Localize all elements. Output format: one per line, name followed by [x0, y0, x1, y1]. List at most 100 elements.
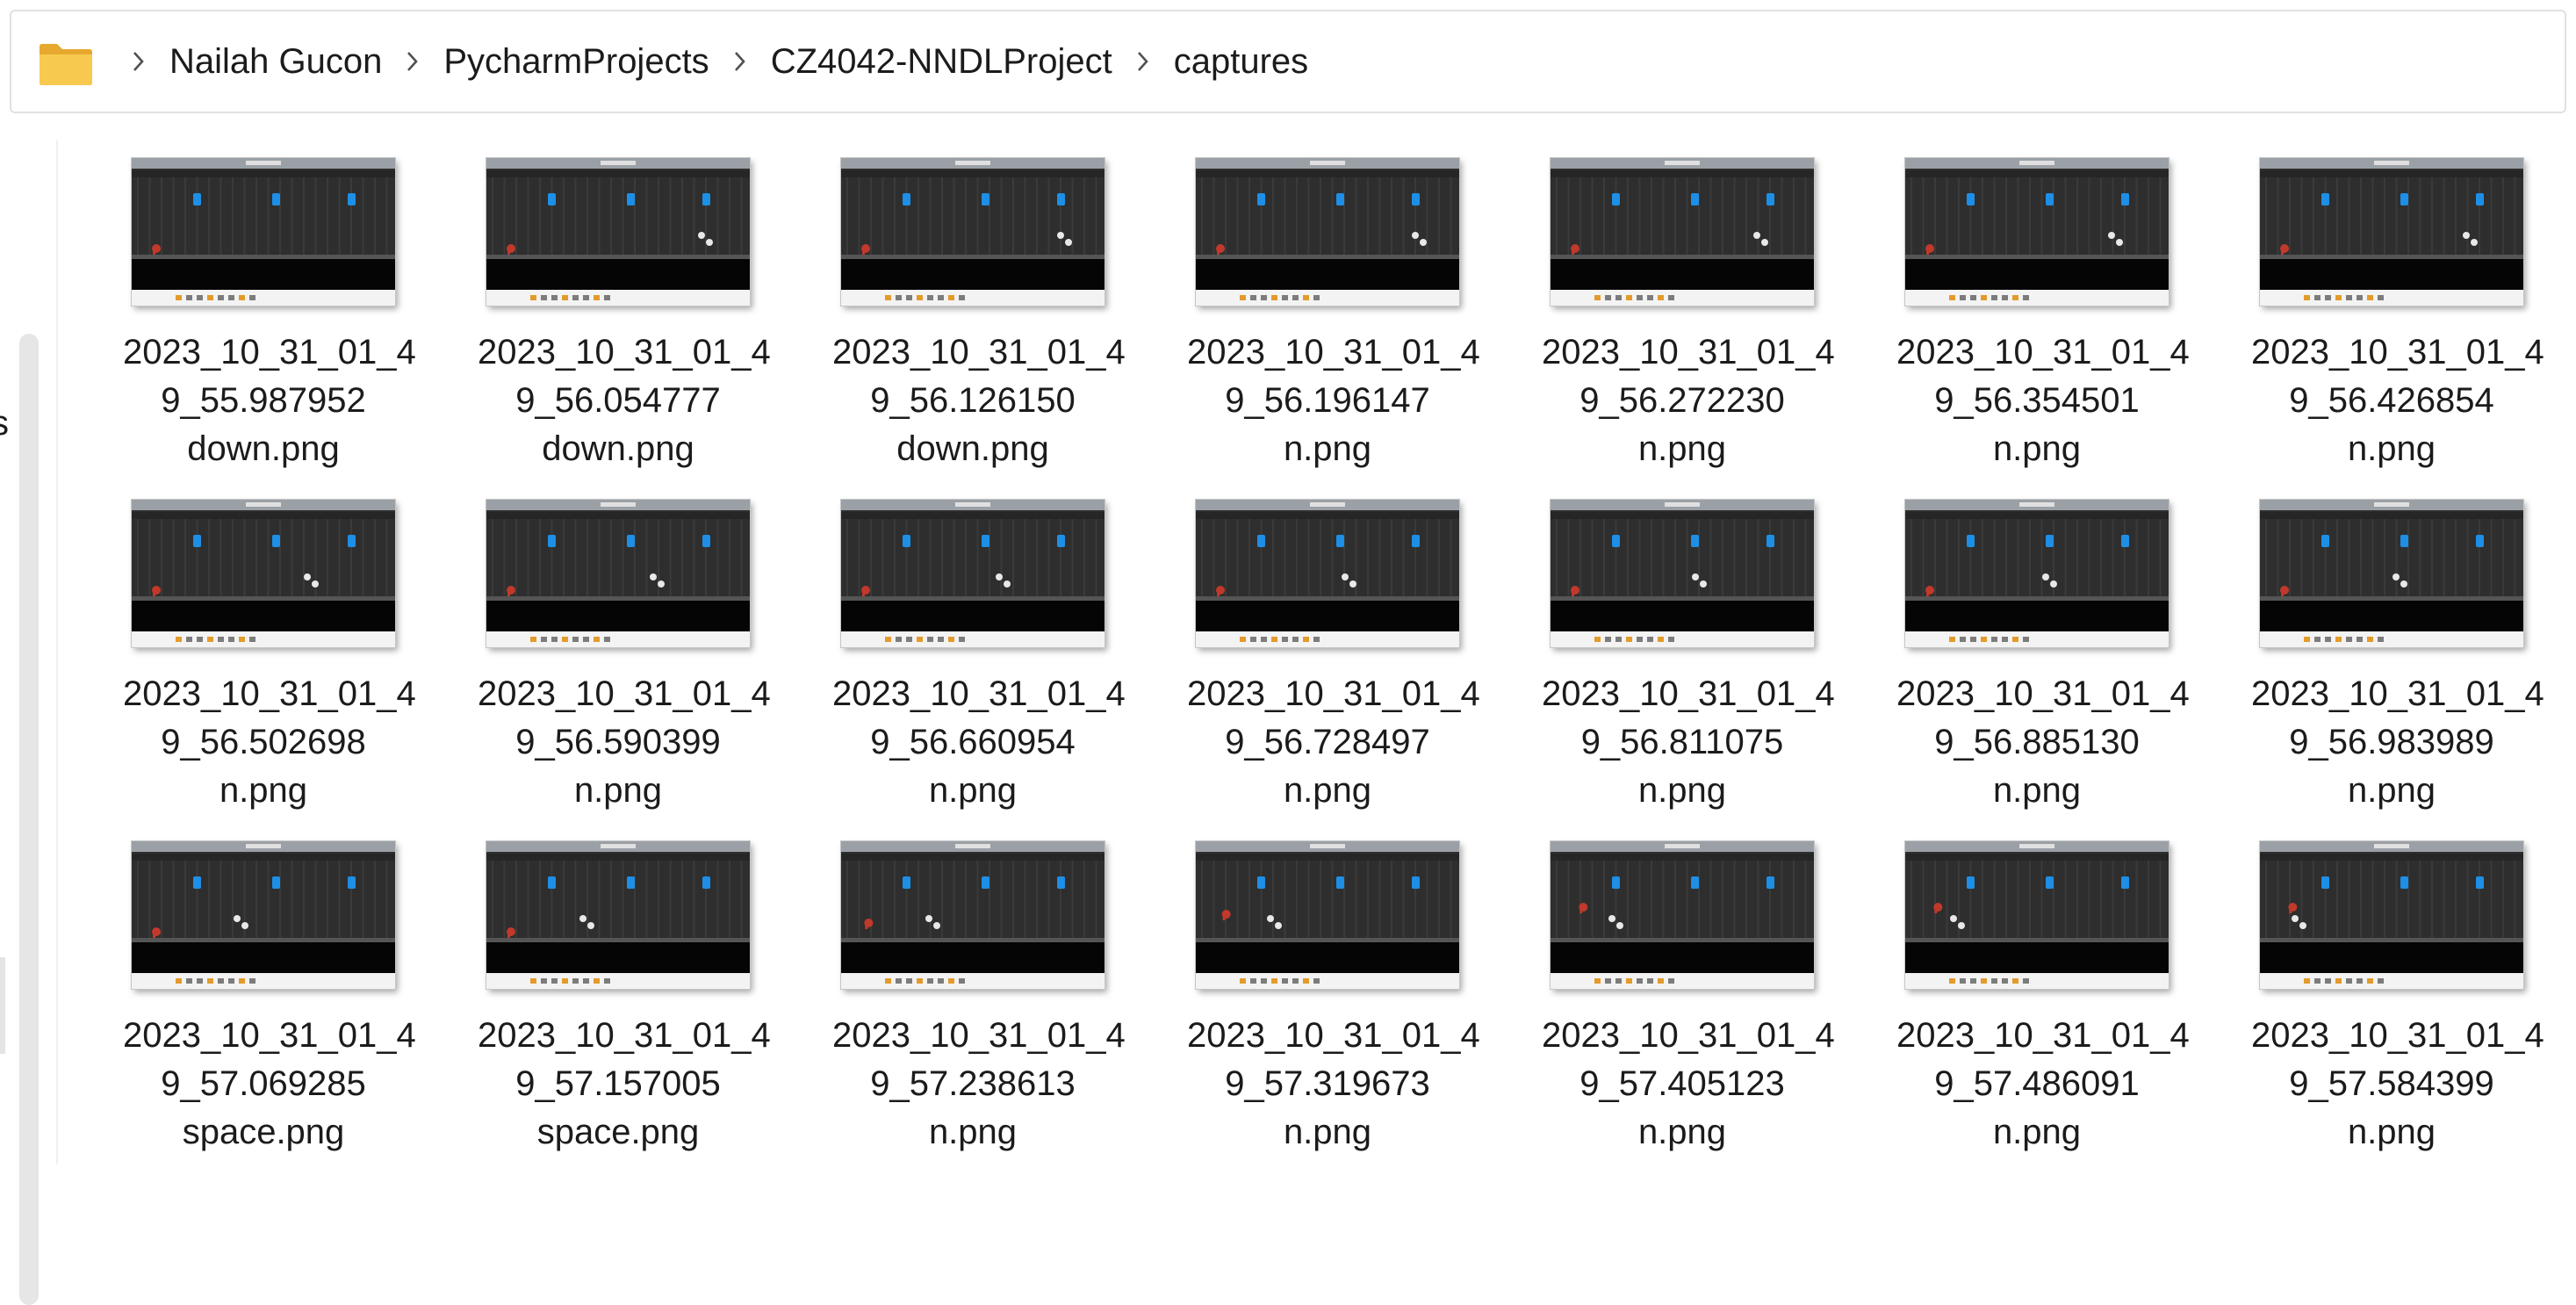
- file-name[interactable]: 2023_10_31_01_4 9_56.054777 down.png: [478, 328, 771, 473]
- file-name-line: 9_56.196147: [1225, 381, 1430, 420]
- file-item[interactable]: 2023_10_31_01_4 9_56.272230 n.png: [1542, 156, 1835, 490]
- file-item[interactable]: 2023_10_31_01_4 9_57.157005 space.png: [478, 840, 771, 1173]
- file-name[interactable]: 2023_10_31_01_4 9_57.405123 n.png: [1542, 1012, 1835, 1157]
- file-thumbnail[interactable]: [2259, 840, 2524, 990]
- file-item[interactable]: 2023_10_31_01_4 9_56.660954 n.png: [832, 498, 1126, 832]
- file-name[interactable]: 2023_10_31_01_4 9_56.983989 n.png: [2251, 670, 2544, 815]
- file-item[interactable]: 2023_10_31_01_4 9_57.584399 n.png: [2251, 840, 2544, 1173]
- file-name[interactable]: 2023_10_31_01_4 9_57.238613 n.png: [832, 1012, 1126, 1157]
- file-item[interactable]: 2023_10_31_01_4 9_57.069285 space.png: [123, 840, 416, 1173]
- file-name[interactable]: 2023_10_31_01_4 9_57.319673 n.png: [1187, 1012, 1480, 1157]
- file-name-line: 9_57.486091: [1934, 1064, 2140, 1103]
- file-name[interactable]: 2023_10_31_01_4 9_56.728497 n.png: [1187, 670, 1480, 815]
- file-thumbnail[interactable]: [1904, 840, 2169, 990]
- file-thumbnail[interactable]: [840, 157, 1105, 306]
- file-name[interactable]: 2023_10_31_01_4 9_57.157005 space.png: [478, 1012, 771, 1157]
- file-thumbnail[interactable]: [1904, 157, 2169, 306]
- breadcrumb-item[interactable]: CZ4042-NNDLProject: [771, 11, 1112, 112]
- file-thumbnail[interactable]: [2259, 157, 2524, 306]
- file-item[interactable]: 2023_10_31_01_4 9_56.354501 n.png: [1896, 156, 2190, 490]
- file-name[interactable]: 2023_10_31_01_4 9_57.069285 space.png: [123, 1012, 416, 1157]
- chevron-right-icon[interactable]: [730, 11, 750, 112]
- scrollbar-thumb[interactable]: [19, 334, 39, 1305]
- file-thumbnail[interactable]: [1550, 157, 1815, 306]
- file-name[interactable]: 2023_10_31_01_4 9_56.426854 n.png: [2251, 328, 2544, 473]
- file-name[interactable]: 2023_10_31_01_4 9_57.486091 n.png: [1896, 1012, 2190, 1157]
- file-thumbnail[interactable]: [1550, 499, 1815, 648]
- file-thumbnail[interactable]: [840, 840, 1105, 990]
- file-item[interactable]: 2023_10_31_01_4 9_56.502698 n.png: [123, 498, 416, 832]
- file-name-line: n.png: [1637, 771, 1727, 810]
- file-thumbnail[interactable]: [1904, 499, 2169, 648]
- file-item[interactable]: 2023_10_31_01_4 9_56.590399 n.png: [478, 498, 771, 832]
- file-thumbnail[interactable]: [131, 840, 396, 990]
- file-thumbnail[interactable]: [1550, 840, 1815, 990]
- file-item[interactable]: 2023_10_31_01_4 9_55.987952 down.png: [123, 156, 416, 490]
- file-name[interactable]: 2023_10_31_01_4 9_56.196147 n.png: [1187, 328, 1480, 473]
- file-name[interactable]: 2023_10_31_01_4 9_55.987952 down.png: [123, 328, 416, 473]
- file-thumbnail[interactable]: [2259, 499, 2524, 648]
- file-item[interactable]: 2023_10_31_01_4 9_57.238613 n.png: [832, 840, 1126, 1173]
- game-screenshot-image: [132, 841, 395, 989]
- breadcrumb-item[interactable]: PycharmProjects: [443, 11, 709, 112]
- file-name-line: n.png: [1992, 771, 2082, 810]
- file-thumbnail[interactable]: [840, 499, 1105, 648]
- file-item[interactable]: 2023_10_31_01_4 9_56.811075 n.png: [1542, 498, 1835, 832]
- file-item[interactable]: 2023_10_31_01_4 9_56.885130 n.png: [1896, 498, 2190, 832]
- file-name[interactable]: 2023_10_31_01_4 9_57.584399 n.png: [2251, 1012, 2544, 1157]
- file-thumbnail[interactable]: [1195, 840, 1460, 990]
- file-thumbnail[interactable]: [486, 157, 751, 306]
- file-thumbnail[interactable]: [1195, 157, 1460, 306]
- file-name-line: 2023_10_31_01_4: [1187, 674, 1480, 713]
- pane-divider[interactable]: [56, 141, 58, 1164]
- file-thumbnail[interactable]: [131, 499, 396, 648]
- game-screenshot-image: [2260, 158, 2523, 306]
- game-screenshot-image: [1196, 841, 1459, 989]
- breadcrumb-item[interactable]: Nailah Gucon: [169, 11, 382, 112]
- file-name-line: 2023_10_31_01_4: [1187, 333, 1480, 371]
- chevron-right-icon[interactable]: [129, 11, 148, 112]
- file-name-line: n.png: [1283, 429, 1372, 468]
- file-name-line: 9_56.728497: [1225, 723, 1430, 761]
- file-name[interactable]: 2023_10_31_01_4 9_56.811075 n.png: [1542, 670, 1835, 815]
- nav-selection-indicator: [0, 957, 5, 1054]
- chevron-right-icon[interactable]: [1133, 11, 1153, 112]
- file-thumbnail[interactable]: [1195, 499, 1460, 648]
- file-name[interactable]: 2023_10_31_01_4 9_56.126150 down.png: [832, 328, 1126, 473]
- file-thumbnail[interactable]: [131, 157, 396, 306]
- file-name[interactable]: 2023_10_31_01_4 9_56.660954 n.png: [832, 670, 1126, 815]
- file-item[interactable]: 2023_10_31_01_4 9_56.426854 n.png: [2251, 156, 2544, 490]
- file-name-line: 2023_10_31_01_4: [123, 333, 416, 371]
- file-name-line: 2023_10_31_01_4: [1896, 1016, 2190, 1055]
- file-name[interactable]: 2023_10_31_01_4 9_56.590399 n.png: [478, 670, 771, 815]
- file-name-line: 2023_10_31_01_4: [832, 333, 1126, 371]
- file-thumbnail[interactable]: [486, 499, 751, 648]
- file-thumbnail[interactable]: [486, 840, 751, 990]
- file-name-line: 9_57.584399: [2289, 1064, 2494, 1103]
- address-bar[interactable]: Nailah Gucon PycharmProjects CZ4042-NNDLPr…: [10, 10, 2566, 113]
- file-item[interactable]: 2023_10_31_01_4 9_57.405123 n.png: [1542, 840, 1835, 1173]
- file-name-line: 9_56.502698: [161, 723, 366, 761]
- file-name[interactable]: 2023_10_31_01_4 9_56.354501 n.png: [1896, 328, 2190, 473]
- game-screenshot-image: [1551, 158, 1814, 306]
- breadcrumb-item[interactable]: captures: [1174, 11, 1308, 112]
- file-item[interactable]: 2023_10_31_01_4 9_57.486091 n.png: [1896, 840, 2190, 1173]
- file-name-line: 2023_10_31_01_4: [1542, 674, 1835, 713]
- file-name-line: 9_57.157005: [515, 1064, 721, 1103]
- file-item[interactable]: 2023_10_31_01_4 9_56.196147 n.png: [1187, 156, 1480, 490]
- game-screenshot-image: [132, 158, 395, 306]
- file-name[interactable]: 2023_10_31_01_4 9_56.272230 n.png: [1542, 328, 1835, 473]
- file-name-line: n.png: [1992, 429, 2082, 468]
- file-item[interactable]: 2023_10_31_01_4 9_56.983989 n.png: [2251, 498, 2544, 832]
- file-name-line: 2023_10_31_01_4: [2251, 1016, 2544, 1055]
- nav-item-label[interactable]: s: [0, 404, 9, 443]
- file-item[interactable]: 2023_10_31_01_4 9_57.319673 n.png: [1187, 840, 1480, 1173]
- file-name[interactable]: 2023_10_31_01_4 9_56.885130 n.png: [1896, 670, 2190, 815]
- file-name-line: 2023_10_31_01_4: [2251, 674, 2544, 713]
- file-item[interactable]: 2023_10_31_01_4 9_56.126150 down.png: [832, 156, 1126, 490]
- chevron-right-icon[interactable]: [403, 11, 422, 112]
- file-grid: 2023_10_31_01_4 9_55.987952 down.png 2023_1…: [123, 156, 2564, 1164]
- file-item[interactable]: 2023_10_31_01_4 9_56.054777 down.png: [478, 156, 771, 490]
- file-name[interactable]: 2023_10_31_01_4 9_56.502698 n.png: [123, 670, 416, 815]
- file-item[interactable]: 2023_10_31_01_4 9_56.728497 n.png: [1187, 498, 1480, 832]
